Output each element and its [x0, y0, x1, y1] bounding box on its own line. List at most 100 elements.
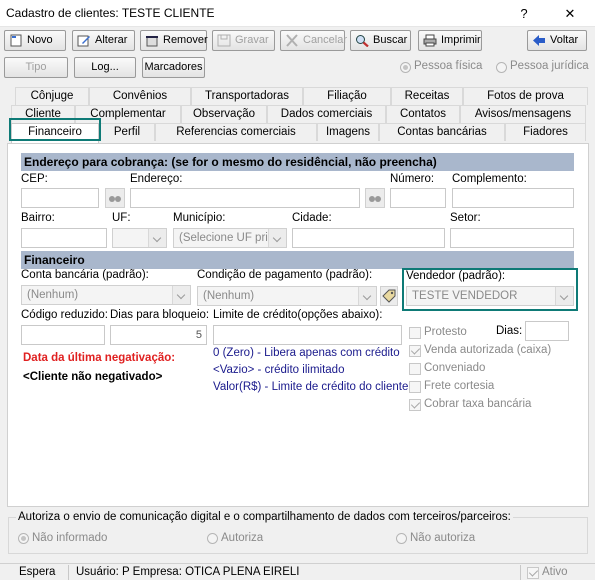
- cancelar-button[interactable]: Cancelar: [280, 30, 348, 51]
- novo-button[interactable]: Novo: [4, 30, 66, 51]
- complemento-label: Complemento:: [452, 173, 527, 185]
- pessoa-fisica-radio[interactable]: [400, 62, 411, 73]
- setor-input[interactable]: [450, 228, 574, 248]
- save-icon: [217, 34, 231, 47]
- chevron-down-icon: [172, 286, 190, 304]
- venda-autorizada-checkbox[interactable]: [409, 345, 421, 357]
- protesto-checkbox[interactable]: [409, 327, 421, 339]
- nao-autoriza-radio[interactable]: [396, 533, 407, 544]
- tab-transportadoras[interactable]: Transportadoras: [191, 87, 303, 105]
- uf-label: UF:: [112, 212, 131, 224]
- uf-select[interactable]: [112, 228, 167, 248]
- vendedor-highlight: [402, 268, 578, 311]
- codigo-reduzido-input[interactable]: [21, 325, 105, 345]
- tab-fiadores[interactable]: Fiadores: [505, 123, 586, 141]
- tag-icon: [382, 289, 396, 303]
- cancelar-label: Cancelar: [303, 34, 348, 46]
- tab-conjuge[interactable]: Cônjuge: [15, 87, 89, 105]
- tab-imagens[interactable]: Imagens: [317, 123, 379, 141]
- cancel-icon: [286, 34, 298, 47]
- municipio-label: Município:: [173, 212, 226, 224]
- dias-bloqueio-label: Dias para bloqueio:: [110, 309, 210, 321]
- financeiro-section-header: Financeiro: [21, 251, 574, 269]
- tab-receitas[interactable]: Receitas: [391, 87, 463, 105]
- tab-convenios[interactable]: Convênios: [89, 87, 191, 105]
- cidade-input[interactable]: [292, 228, 445, 248]
- condicao-pagamento-select[interactable]: (Nenhum): [197, 286, 377, 306]
- tab-contas-bancarias[interactable]: Contas bancárias: [379, 123, 505, 141]
- setor-label: Setor:: [450, 212, 481, 224]
- cep-search-button[interactable]: [105, 188, 125, 208]
- pessoa-juridica-radio[interactable]: [496, 62, 507, 73]
- title-bar: Cadastro de clientes: TESTE CLIENTE ? ✕: [0, 0, 595, 27]
- tab-contatos[interactable]: Contatos: [386, 105, 460, 123]
- remove-icon: [146, 36, 158, 47]
- marcadores-label: Marcadores: [144, 61, 203, 73]
- conta-bancaria-select[interactable]: (Nenhum): [21, 285, 191, 305]
- tab-filiacao[interactable]: Filiação: [303, 87, 391, 105]
- chevron-down-icon: [358, 287, 376, 305]
- codigo-reduzido-label: Código reduzido:: [21, 309, 108, 321]
- cep-input[interactable]: [21, 188, 99, 208]
- cep-label: CEP:: [21, 173, 48, 185]
- bairro-label: Bairro:: [21, 212, 55, 224]
- help-button[interactable]: ?: [502, 0, 546, 27]
- ativo-label: Ativo: [542, 566, 568, 578]
- gravar-button[interactable]: Gravar: [212, 30, 275, 51]
- tab-fotos-de-prova[interactable]: Fotos de prova: [463, 87, 588, 105]
- alterar-label: Alterar: [95, 34, 128, 46]
- conveniado-checkbox[interactable]: [409, 363, 421, 375]
- complemento-input[interactable]: [452, 188, 574, 208]
- alterar-button[interactable]: Alterar: [72, 30, 135, 51]
- autoriza-label: Autoriza: [221, 532, 264, 544]
- pessoa-juridica-label: Pessoa jurídica: [510, 60, 589, 72]
- endereco-search-button[interactable]: [365, 188, 385, 208]
- bairro-input[interactable]: [21, 228, 107, 248]
- consent-title: Autoriza o envio de comunicação digital …: [16, 511, 513, 523]
- tab-avisos-mensagens[interactable]: Avisos/mensagens: [460, 105, 586, 123]
- back-arrow-icon: [533, 35, 545, 46]
- binoculars-icon: [109, 196, 121, 202]
- gravar-label: Gravar: [235, 34, 269, 46]
- credit-info-zero: 0 (Zero) - Libera apenas com crédito: [213, 347, 400, 359]
- municipio-select[interactable]: (Selecione UF primeiro): [173, 228, 287, 248]
- status-usuario: Usuário: P Empresa: OTICA PLENA EIRELI: [76, 566, 300, 578]
- conta-bancaria-label: Conta bancária (padrão):: [21, 269, 149, 281]
- negativacao-value: <Cliente não negativado>: [23, 371, 163, 383]
- tipo-button[interactable]: Tipo: [4, 57, 68, 78]
- dias-bloqueio-input[interactable]: 5: [110, 325, 207, 345]
- tab-observacao[interactable]: Observação: [181, 105, 267, 123]
- condicao-pagamento-value: (Nenhum): [203, 290, 255, 302]
- ativo-checkbox[interactable]: [527, 567, 539, 579]
- remover-button[interactable]: Remover: [140, 30, 208, 51]
- marcadores-button[interactable]: Marcadores: [142, 57, 205, 78]
- cobrar-taxa-label: Cobrar taxa bancária: [424, 398, 532, 410]
- log-button[interactable]: Log...: [74, 57, 136, 78]
- numero-input[interactable]: [390, 188, 446, 208]
- condicao-pagamento-label: Condição de pagamento (padrão):: [197, 269, 373, 281]
- voltar-label: Voltar: [550, 34, 579, 46]
- nao-informado-radio[interactable]: [18, 533, 29, 544]
- limite-credito-input[interactable]: [213, 325, 402, 345]
- conveniado-label: Conveniado: [424, 362, 486, 374]
- imprimir-button[interactable]: Imprimir: [418, 30, 482, 51]
- tab-dados-comerciais[interactable]: Dados comerciais: [267, 105, 386, 123]
- dias-input[interactable]: [525, 321, 569, 341]
- status-bar: Espera Usuário: P Empresa: OTICA PLENA E…: [0, 563, 595, 580]
- novo-label: Novo: [27, 34, 53, 46]
- close-button[interactable]: ✕: [548, 0, 592, 27]
- tab-perfil[interactable]: Perfil: [99, 123, 155, 141]
- endereco-input[interactable]: [130, 188, 360, 208]
- buscar-label: Buscar: [373, 34, 408, 46]
- voltar-button[interactable]: Voltar: [527, 30, 587, 51]
- binoculars-icon: [369, 196, 381, 202]
- tab-referencias-comerciais[interactable]: Referencias comerciais: [155, 123, 317, 141]
- active-tab-highlight: [9, 118, 101, 141]
- cobrar-taxa-checkbox[interactable]: [409, 399, 421, 411]
- limite-credito-label: Limite de crédito(opções abaixo):: [213, 309, 383, 321]
- autoriza-radio[interactable]: [207, 533, 218, 544]
- frete-cortesia-checkbox[interactable]: [409, 381, 421, 393]
- negativacao-title: Data da última negativação:: [23, 352, 176, 364]
- condicao-tag-button[interactable]: [380, 286, 398, 306]
- buscar-button[interactable]: Buscar: [350, 30, 411, 51]
